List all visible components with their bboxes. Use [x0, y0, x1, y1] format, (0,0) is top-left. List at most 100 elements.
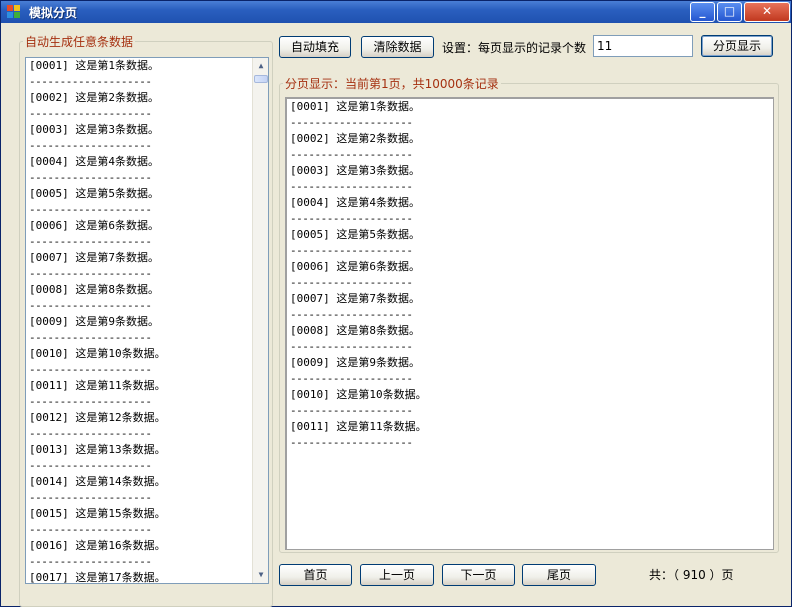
- list-item[interactable]: [0008] 这是第8条数据。 --------------------: [26, 282, 251, 314]
- list-item[interactable]: [0005] 这是第5条数据。 --------------------: [26, 186, 251, 218]
- record-text: [0009] 这是第9条数据。: [29, 315, 159, 328]
- record-text: [0006] 这是第6条数据。: [29, 219, 159, 232]
- maximize-button[interactable]: □: [717, 2, 742, 22]
- first-page-button[interactable]: 首页: [279, 564, 352, 586]
- title-bar[interactable]: 模拟分页 _ □ ✕: [1, 1, 791, 23]
- scroll-up-icon[interactable]: ▲: [253, 58, 268, 74]
- list-item[interactable]: [0009] 这是第9条数据。 --------------------: [287, 355, 773, 387]
- minimize-button[interactable]: _: [690, 2, 715, 22]
- record-separator: --------------------: [29, 363, 152, 376]
- record-separator: --------------------: [29, 427, 152, 440]
- record-text: [0001] 这是第1条数据。: [29, 59, 159, 72]
- record-separator: --------------------: [290, 308, 413, 321]
- record-separator: --------------------: [29, 523, 152, 536]
- next-page-button[interactable]: 下一页: [442, 564, 515, 586]
- record-text: [0017] 这是第17条数据。: [29, 571, 166, 584]
- list-item[interactable]: [0011] 这是第11条数据。 --------------------: [26, 378, 251, 410]
- generated-data-list[interactable]: [0001] 这是第1条数据。 -------------------- [0002…: [25, 57, 269, 584]
- scroll-down-icon[interactable]: ▼: [253, 567, 268, 583]
- record-separator: --------------------: [29, 75, 152, 88]
- record-text: [0006] 这是第6条数据。: [290, 260, 420, 273]
- minimize-icon: _: [699, 4, 706, 18]
- list-item[interactable]: [0016] 这是第16条数据。 --------------------: [26, 538, 251, 570]
- list-item[interactable]: [0015] 这是第15条数据。 --------------------: [26, 506, 251, 538]
- list-item[interactable]: [0017] 这是第17条数据。--------------------: [26, 570, 251, 584]
- record-separator: --------------------: [29, 491, 152, 504]
- record-text: [0007] 这是第7条数据。: [29, 251, 159, 264]
- page-size-label: 设置：每页显示的记录个数: [442, 41, 587, 55]
- record-separator: --------------------: [29, 555, 152, 568]
- record-text: [0002] 这是第2条数据。: [29, 91, 159, 104]
- list-item[interactable]: [0008] 这是第8条数据。 --------------------: [287, 323, 773, 355]
- generated-data-group-label: 自动生成任意条数据: [23, 33, 136, 50]
- list-item[interactable]: [0003] 这是第3条数据。 --------------------: [26, 122, 251, 154]
- paged-data-list[interactable]: [0001] 这是第1条数据。 -------------------- [0002…: [285, 97, 774, 550]
- list-item[interactable]: [0002] 这是第2条数据。 --------------------: [26, 90, 251, 122]
- record-text: [0014] 这是第14条数据。: [29, 475, 166, 488]
- record-text: [0007] 这是第7条数据。: [290, 292, 420, 305]
- record-separator: --------------------: [290, 372, 413, 385]
- close-button[interactable]: ✕: [744, 2, 790, 22]
- scroll-thumb[interactable]: [254, 75, 268, 83]
- record-text: [0004] 这是第4条数据。: [29, 155, 159, 168]
- record-text: [0003] 这是第3条数据。: [290, 164, 420, 177]
- list-item[interactable]: [0012] 这是第12条数据。 --------------------: [26, 410, 251, 442]
- list-item[interactable]: [0010] 这是第10条数据。 --------------------: [287, 387, 773, 419]
- list-item[interactable]: [0004] 这是第4条数据。 --------------------: [26, 154, 251, 186]
- record-separator: --------------------: [29, 299, 152, 312]
- record-text: [0016] 这是第16条数据。: [29, 539, 166, 552]
- vertical-scrollbar[interactable]: ▲ ▼: [252, 58, 268, 583]
- list-item[interactable]: [0007] 这是第7条数据。 --------------------: [26, 250, 251, 282]
- record-separator: --------------------: [290, 148, 413, 161]
- list-item[interactable]: [0003] 这是第3条数据。 --------------------: [287, 163, 773, 195]
- paged-display-group-label: 分页显示：当前第1页，共10000条记录: [283, 75, 501, 92]
- list-item[interactable]: [0001] 这是第1条数据。 --------------------: [26, 58, 251, 90]
- record-text: [0011] 这是第11条数据。: [290, 420, 427, 433]
- list-item[interactable]: [0007] 这是第7条数据。 --------------------: [287, 291, 773, 323]
- list-item[interactable]: [0010] 这是第10条数据。 --------------------: [26, 346, 251, 378]
- record-separator: --------------------: [29, 235, 152, 248]
- last-page-button[interactable]: 尾页: [522, 564, 596, 586]
- record-separator: --------------------: [29, 139, 152, 152]
- record-separator: --------------------: [290, 212, 413, 225]
- record-separator: --------------------: [290, 244, 413, 257]
- list-item[interactable]: [0005] 这是第5条数据。 --------------------: [287, 227, 773, 259]
- record-text: [0004] 这是第4条数据。: [290, 196, 420, 209]
- record-separator: --------------------: [29, 395, 152, 408]
- record-text: [0010] 这是第10条数据。: [290, 388, 427, 401]
- list-item[interactable]: [0009] 这是第9条数据。 --------------------: [26, 314, 251, 346]
- record-separator: --------------------: [29, 107, 152, 120]
- record-text: [0013] 这是第13条数据。: [29, 443, 166, 456]
- record-text: [0015] 这是第15条数据。: [29, 507, 166, 520]
- total-pages-label: 共：（ 910 ）页: [649, 568, 734, 582]
- list-item[interactable]: [0004] 这是第4条数据。 --------------------: [287, 195, 773, 227]
- record-text: [0001] 这是第1条数据。: [290, 100, 420, 113]
- record-text: [0003] 这是第3条数据。: [29, 123, 159, 136]
- list-item[interactable]: [0006] 这是第6条数据。 --------------------: [26, 218, 251, 250]
- list-item[interactable]: [0013] 这是第13条数据。 --------------------: [26, 442, 251, 474]
- clear-data-button[interactable]: 清除数据: [361, 36, 434, 58]
- autofill-button[interactable]: 自动填充: [279, 36, 351, 58]
- page-size-input[interactable]: 11: [593, 35, 693, 57]
- client-area: 自动生成任意条数据 [0001] 这是第1条数据。 ---------------…: [5, 23, 789, 607]
- record-text: [0005] 这是第5条数据。: [29, 187, 159, 200]
- record-text: [0005] 这是第5条数据。: [290, 228, 420, 241]
- paginate-button[interactable]: 分页显示: [701, 35, 773, 57]
- record-text: [0012] 这是第12条数据。: [29, 411, 166, 424]
- record-separator: --------------------: [29, 331, 152, 344]
- record-separator: --------------------: [290, 340, 413, 353]
- record-separator: --------------------: [29, 203, 152, 216]
- window-title: 模拟分页: [29, 6, 78, 20]
- record-separator: --------------------: [29, 171, 152, 184]
- record-text: [0009] 这是第9条数据。: [290, 356, 420, 369]
- record-text: [0011] 这是第11条数据。: [29, 379, 166, 392]
- maximize-icon: □: [723, 4, 736, 18]
- list-item[interactable]: [0014] 这是第14条数据。 --------------------: [26, 474, 251, 506]
- prev-page-button[interactable]: 上一页: [360, 564, 434, 586]
- app-window: 模拟分页 _ □ ✕ 自动生成任意条数据 [0001] 这是第1条数据。 ----…: [0, 0, 792, 607]
- list-item[interactable]: [0002] 这是第2条数据。 --------------------: [287, 131, 773, 163]
- list-item[interactable]: [0006] 这是第6条数据。 --------------------: [287, 259, 773, 291]
- record-separator: --------------------: [290, 116, 413, 129]
- list-item[interactable]: [0011] 这是第11条数据。 --------------------: [287, 419, 773, 451]
- list-item[interactable]: [0001] 这是第1条数据。 --------------------: [287, 99, 773, 131]
